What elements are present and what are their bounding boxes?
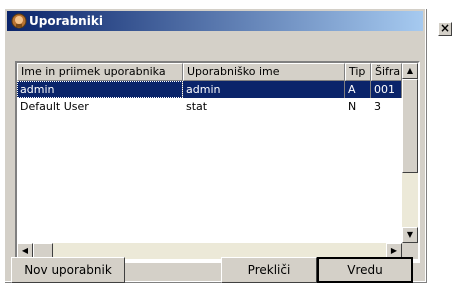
vertical-scroll-thumb[interactable] (402, 79, 418, 173)
user-icon (11, 13, 27, 29)
table-header: Ime in priimek uporabnika Uporabniško im… (17, 63, 402, 81)
cell-code: 3 (374, 100, 381, 113)
column-header-name[interactable]: Ime in priimek uporabnika (17, 63, 183, 81)
table-row[interactable]: Default User stat N 3 (17, 98, 402, 115)
cell-name: admin (17, 81, 183, 98)
table-body: admin admin A 001 Default User stat N 3 (17, 81, 402, 115)
users-dialog: Uporabniki Ime in priimek uporabnika Upo… (4, 8, 426, 283)
vertical-scrollbar[interactable]: ▲ ▼ (402, 63, 418, 243)
window-title: Uporabniki (29, 14, 103, 28)
close-icon[interactable]: × (438, 22, 452, 36)
cancel-button[interactable]: Prekliči (221, 257, 317, 283)
column-header-type[interactable]: Tip (345, 63, 371, 81)
cell-name: Default User (20, 100, 89, 113)
scroll-up-icon[interactable]: ▲ (402, 63, 418, 79)
cell-username: admin (183, 81, 345, 98)
cell-username: stat (186, 100, 208, 113)
column-header-username[interactable]: Uporabniško ime (183, 63, 345, 81)
cell-code: 001 (371, 81, 402, 98)
column-header-code[interactable]: Šifra (371, 63, 402, 81)
users-table[interactable]: Ime in priimek uporabnika Uporabniško im… (15, 61, 420, 263)
cell-type: A (345, 81, 371, 98)
scroll-down-icon[interactable]: ▼ (402, 227, 418, 243)
ok-button[interactable]: Vredu (317, 257, 413, 283)
new-user-button[interactable]: Nov uporabnik (11, 257, 125, 283)
title-bar: Uporabniki (7, 11, 423, 31)
table-row[interactable]: admin admin A 001 (17, 81, 402, 98)
cell-type: N (348, 100, 357, 113)
